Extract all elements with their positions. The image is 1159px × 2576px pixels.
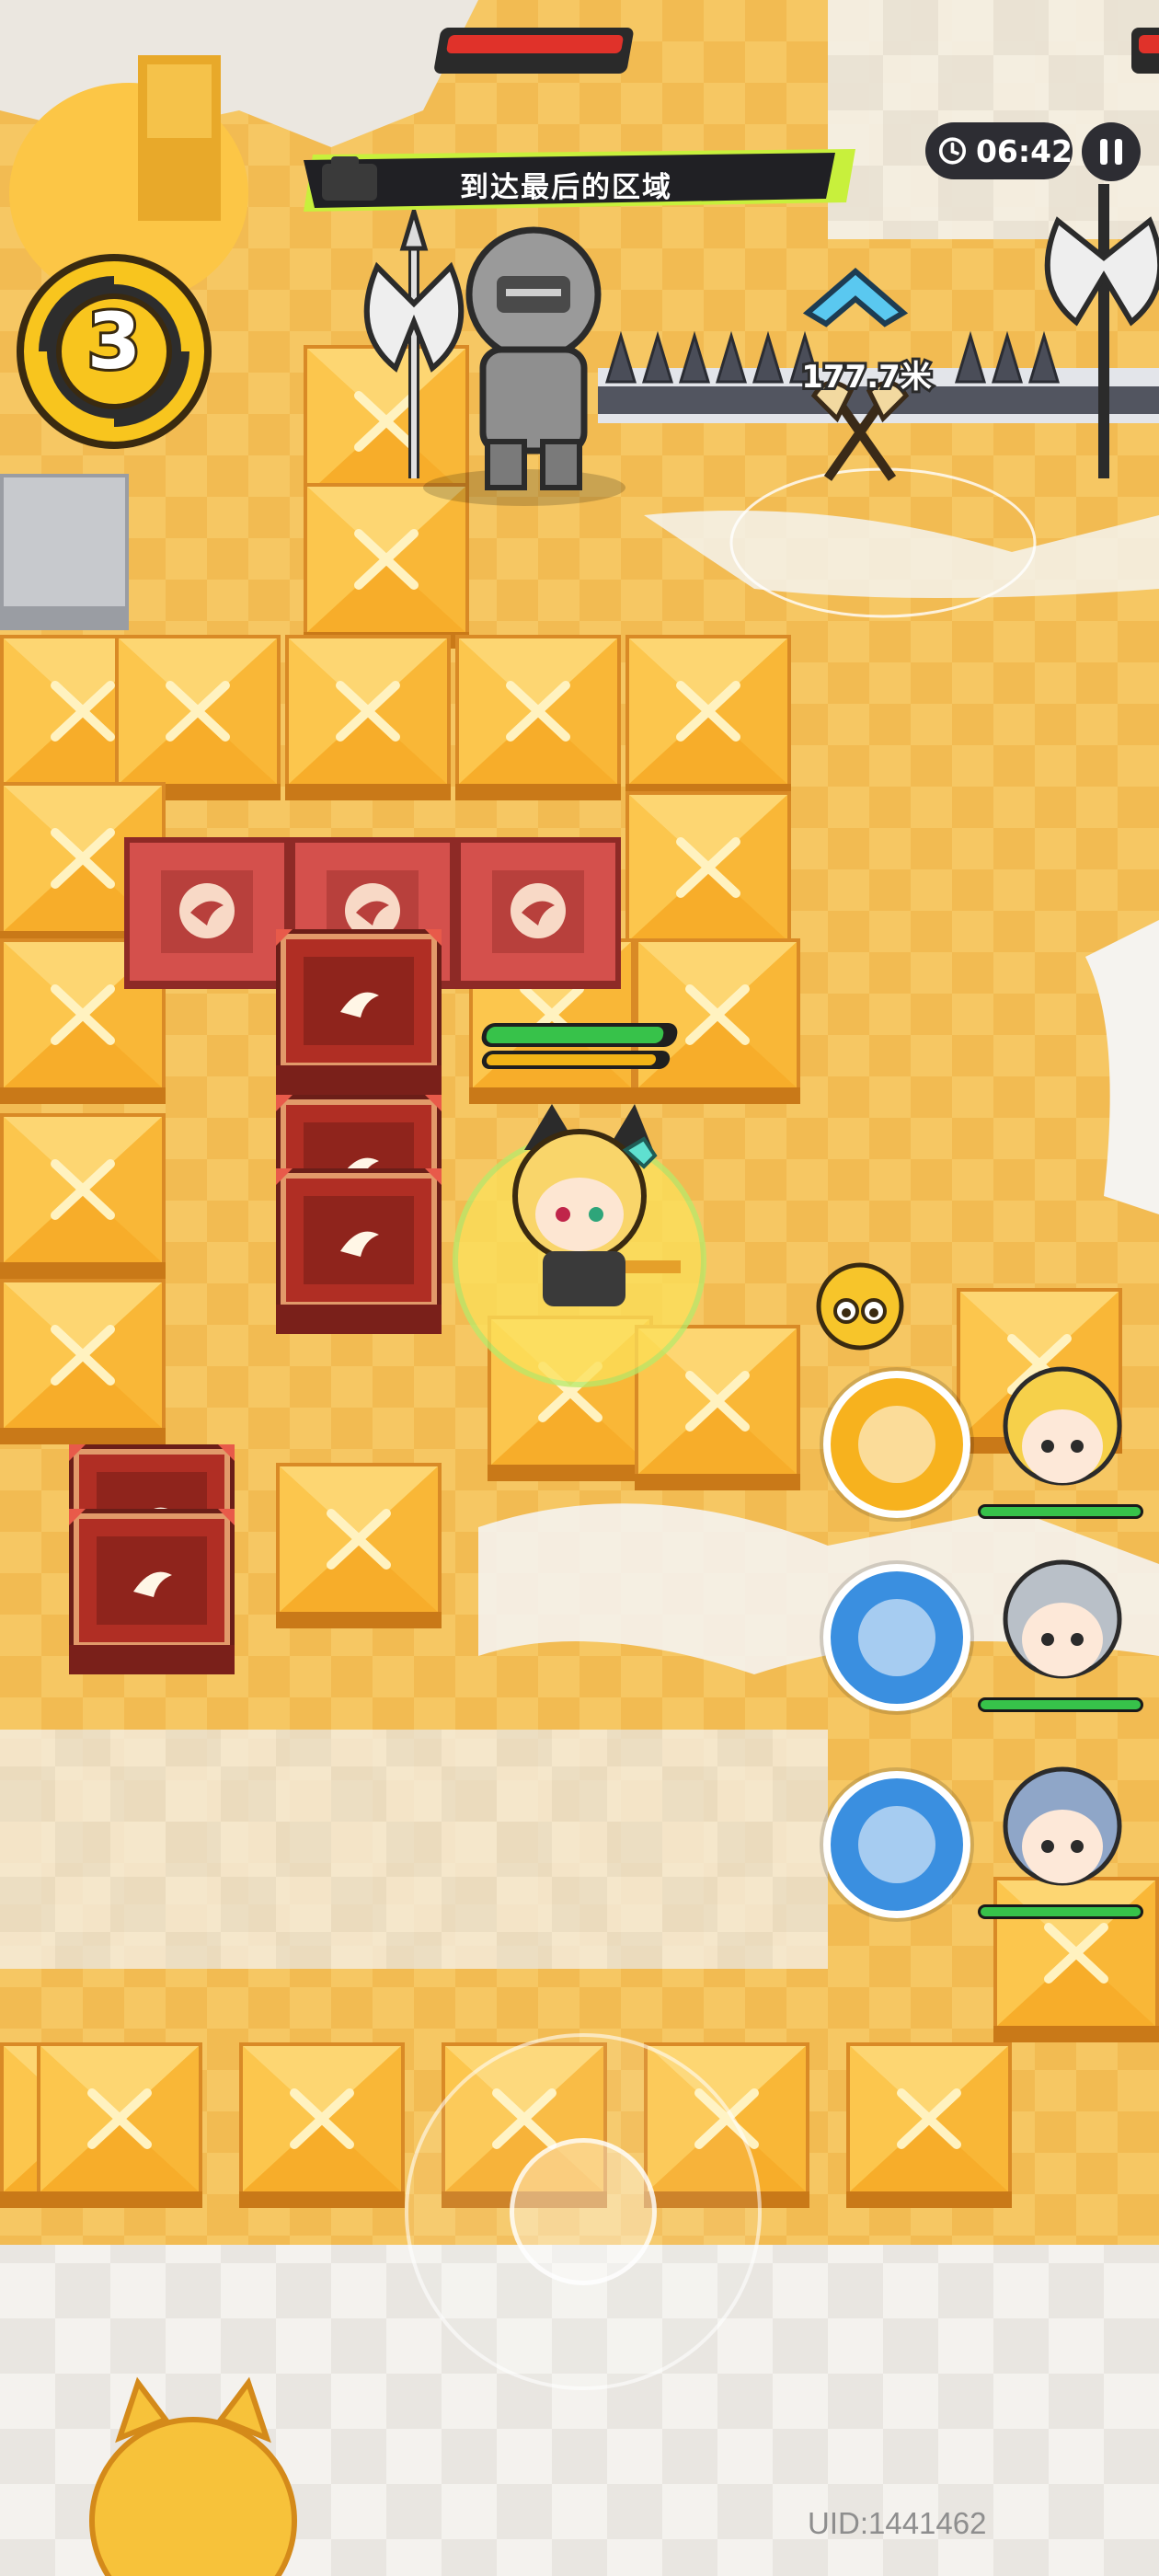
game-stage: 到达最后的区域 06:42 3 177.7米 UID:1441462 <box>0 0 1159 2576</box>
player-energy-bar <box>480 1051 671 1069</box>
joystick-knob[interactable] <box>510 2138 657 2285</box>
timer-text: 06:42 <box>975 132 1073 169</box>
blue-hair-hero-portrait <box>980 1762 1136 1900</box>
pause-button[interactable] <box>1082 122 1141 181</box>
party-slot-3[interactable] <box>823 1762 1159 1946</box>
objective-banner: 到达最后的区域 <box>304 147 855 215</box>
clock-icon <box>938 137 967 165</box>
player-health-bar <box>479 1023 680 1047</box>
owl-companion <box>816 1262 904 1351</box>
wind-skill-icon[interactable] <box>823 1564 970 1711</box>
party-slot-1[interactable] <box>823 1362 1159 1546</box>
user-id-label: UID:1441462 <box>808 2506 987 2540</box>
distance-label: 177.7米 <box>798 356 935 398</box>
party-slot-2[interactable] <box>823 1555 1159 1739</box>
water-skill-icon[interactable] <box>823 1771 970 1918</box>
wave-number: 3 <box>85 293 143 389</box>
virtual-joystick[interactable] <box>405 2033 762 2390</box>
wave-counter-badge: 3 <box>13 250 215 453</box>
party-health-bar <box>978 1697 1143 1712</box>
party-health-bar <box>978 1504 1143 1519</box>
match-timer: 06:42 <box>925 122 1073 179</box>
flame-skill-icon[interactable] <box>823 1371 970 1518</box>
objective-text: 到达最后的区域 <box>460 171 672 203</box>
blonde-hero-portrait <box>980 1362 1136 1500</box>
silver-hair-hero-portrait <box>980 1555 1136 1693</box>
party-health-bar <box>978 1904 1143 1919</box>
